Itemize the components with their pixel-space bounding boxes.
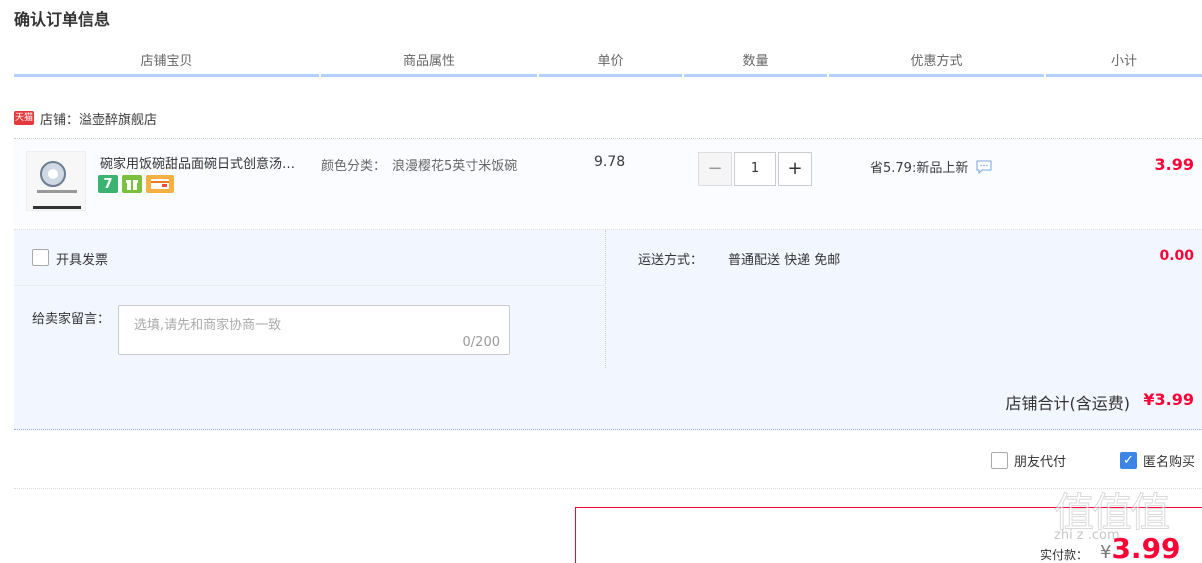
product-title[interactable]: 碗家用饭碗甜品面碗日式创意汤…	[100, 153, 318, 172]
shipping-cost: 0.00	[1159, 248, 1194, 264]
message-counter: 0/200	[462, 335, 500, 350]
tmall-icon: 天猫	[14, 111, 34, 125]
anonymous-label[interactable]: 匿名购买	[1143, 451, 1195, 470]
card-icon	[146, 175, 174, 193]
col-header-shop-item: 店铺宝贝	[14, 52, 319, 77]
col-header-subtotal: 小计	[1046, 52, 1202, 77]
page-title: 确认订单信息	[14, 10, 111, 29]
col-header-unit-price: 单价	[539, 52, 682, 77]
col-header-quantity: 数量	[684, 52, 827, 77]
seven-day-return-icon: 7	[98, 175, 118, 193]
shop-name[interactable]: 店铺：溢壶醉旗舰店	[40, 109, 157, 128]
friend-pay-checkbox[interactable]	[991, 451, 1008, 469]
message-label: 给卖家留言：	[32, 312, 111, 327]
quantity-increase-button[interactable]: +	[778, 152, 812, 186]
gift-icon	[122, 175, 142, 193]
unit-price: 9.78	[594, 154, 626, 170]
extras-left: 开具发票 给卖家留言： 选填,请先和商家协商一致 0/200	[14, 230, 606, 368]
friend-pay-label[interactable]: 朋友代付	[1014, 451, 1066, 470]
comment-icon[interactable]	[976, 160, 992, 174]
shop-total-row: 店铺合计(含运费) ¥3.99	[14, 368, 1202, 430]
item-subtotal: 3.99	[1154, 155, 1194, 174]
quantity-stepper: − 1 +	[698, 152, 812, 186]
message-placeholder: 选填,请先和商家协商一致	[134, 318, 282, 333]
order-item-row: 碗家用饭碗甜品面碗日式创意汤… 7 颜色分类： 浪漫樱花5英寸米饭碗 9.78 −…	[14, 138, 1202, 230]
anonymous-checkbox[interactable]: ✓	[1120, 451, 1137, 469]
shop-total-amount: ¥3.99	[1143, 390, 1194, 409]
friend-pay-option[interactable]: 朋友代付	[991, 449, 1066, 471]
site-watermark: 值值值 zhi z .com	[1054, 490, 1171, 544]
quantity-input[interactable]: 1	[734, 152, 776, 186]
col-header-attributes: 商品属性	[321, 52, 537, 77]
order-extras: 开具发票 给卖家留言： 选填,请先和商家协商一致 0/200 运送方式： 普通配…	[14, 230, 1202, 368]
shop-total-label: 店铺合计(含运费)	[1005, 394, 1131, 413]
anonymous-option[interactable]: ✓ 匿名购买	[1120, 449, 1195, 471]
bowl-image-icon	[27, 152, 85, 210]
shipping-label: 运送方式：	[638, 253, 704, 268]
invoice-label[interactable]: 开具发票	[56, 249, 108, 268]
column-header: 店铺宝贝 商品属性 单价 数量 优惠方式 小计	[14, 52, 1202, 77]
col-header-discount: 优惠方式	[829, 52, 1044, 77]
quantity-decrease-button[interactable]: −	[698, 152, 732, 186]
message-textarea[interactable]: 选填,请先和商家协商一致 0/200	[118, 305, 510, 355]
shipping-method: 普通配送 快递 免邮	[728, 253, 841, 268]
product-attribute: 颜色分类： 浪漫樱花5英寸米饭碗	[321, 159, 518, 174]
invoice-row: 开具发票	[14, 230, 606, 286]
invoice-checkbox[interactable]	[32, 249, 49, 266]
payment-options: 朋友代付 ✓ 匿名购买	[14, 449, 1202, 489]
shop-line: 天猫 店铺：溢壶醉旗舰店	[14, 108, 157, 128]
product-thumbnail[interactable]	[26, 151, 86, 211]
service-icons: 7	[98, 175, 174, 193]
discount-info: 省5.79:新品上新	[870, 157, 992, 176]
